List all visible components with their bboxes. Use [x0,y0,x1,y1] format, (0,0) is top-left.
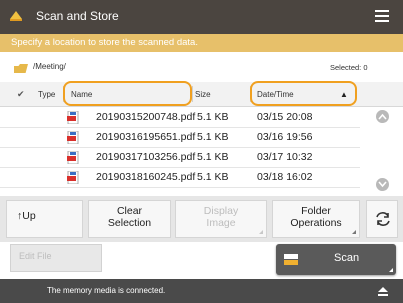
file-date: 03/17 10:32 [257,151,313,163]
file-name: 20190315200748.pdf [96,111,196,123]
display-image-button[interactable]: Display Image [175,200,267,238]
file-row[interactable]: 20190316195651.pdf 5.1 KB 03/16 19:56 [0,128,360,148]
file-size: 5.1 KB [197,151,229,163]
swap-arrows-icon [376,212,390,226]
file-size: 5.1 KB [197,131,229,143]
scroll-down-button[interactable] [376,178,389,191]
instruction-text: Specify a location to store the scanned … [11,37,198,48]
submenu-indicator-icon [259,230,263,234]
scan-icon [284,254,298,265]
chevron-down-icon [378,181,387,188]
file-row[interactable]: 20190318160245.pdf 5.1 KB 03/18 16:02 [0,168,360,188]
eject-icon[interactable] [378,287,388,296]
file-name: 20190317103256.pdf [96,151,196,163]
name-column-highlight [63,81,192,106]
scan-label: Scan [334,252,360,264]
app-title: Scan and Store [36,9,119,23]
clear-selection-label-1: Clear [116,205,143,217]
folder-operations-button[interactable]: Folder Operations [272,200,360,238]
switch-display-button[interactable] [366,200,398,238]
up-button[interactable]: ↑Up [6,200,83,238]
pdf-file-icon [67,171,79,184]
menu-icon[interactable] [375,10,389,22]
clear-selection-button[interactable]: Clear Selection [88,200,171,238]
pdf-file-icon [67,131,79,144]
selected-count: Selected: 0 [330,63,368,72]
scan-store-logo-icon [10,11,22,21]
instruction-bar: Specify a location to store the scanned … [0,34,403,52]
clear-selection-label-2: Selection [107,217,152,229]
folder-operations-label-2: Operations [290,217,342,229]
file-row[interactable]: 20190315200748.pdf 5.1 KB 03/15 20:08 [0,108,360,128]
chevron-up-icon [378,113,387,120]
pdf-file-icon [67,151,79,164]
scan-button[interactable]: Scan [276,244,396,275]
file-size: 5.1 KB [197,111,229,123]
file-row[interactable]: 20190317103256.pdf 5.1 KB 03/17 10:32 [0,148,360,168]
location-row: /Meeting/ Selected: 0 [0,56,403,78]
scroll-up-button[interactable] [376,110,389,123]
folder-operations-label-1: Folder [301,205,331,217]
current-path: /Meeting/ [33,62,66,71]
file-name: 20190316195651.pdf [96,131,196,143]
pdf-file-icon [67,111,79,124]
file-date: 03/16 19:56 [257,131,313,143]
file-date: 03/18 16:02 [257,171,313,183]
column-type[interactable]: Type [38,90,55,99]
status-text: The memory media is connected. [47,286,166,295]
file-date: 03/15 20:08 [257,111,313,123]
edit-file-button[interactable]: Edit File [10,244,102,272]
action-bar: ↑Up Clear Selection Display Image Folder Op… [0,196,403,242]
file-name: 20190318160245.pdf [96,171,196,183]
status-bar: The memory media is connected. [0,279,403,303]
select-all-check-icon[interactable]: ✔ [17,89,25,100]
display-image-label-1: Display [203,205,239,217]
display-image-label-2: Image [206,217,236,229]
column-divider [192,86,193,102]
submenu-indicator-icon [389,268,393,272]
edit-file-label: Edit File [19,251,52,261]
title-bar: Scan and Store [0,0,403,34]
folder-icon [14,64,28,73]
file-size: 5.1 KB [197,171,229,183]
up-button-label: Up [22,210,36,222]
column-size[interactable]: Size [195,90,211,99]
submenu-indicator-icon [352,230,356,234]
date-column-highlight [250,81,357,106]
